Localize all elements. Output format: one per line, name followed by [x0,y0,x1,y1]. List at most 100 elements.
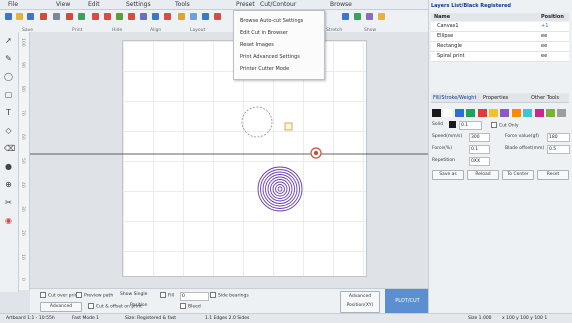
canvas-drawing[interactable] [30,32,428,290]
force-label: Force(%) [432,146,452,151]
eraser-icon[interactable]: ⌫ [4,144,15,153]
save-icon[interactable] [27,13,34,20]
bleed-option[interactable]: Bleed [180,303,201,310]
grid-icon[interactable] [342,13,349,20]
stroke-width-input[interactable]: 0.1 [459,121,482,130]
color-swatch[interactable] [489,109,498,117]
menu-edit[interactable]: Edit [88,1,100,8]
color-swatch[interactable] [432,109,441,117]
group-icon[interactable] [140,13,147,20]
color-swatch[interactable] [511,109,521,117]
menu-settings[interactable]: Settings [126,1,151,8]
weld-icon[interactable] [178,13,185,20]
status-edges: 1.1 Edges 2.0 Sides [205,316,250,321]
dashed-circle-shape[interactable] [241,106,273,138]
speed-input[interactable]: 300 [469,133,490,142]
blade-offset-input[interactable]: 0.5 [547,145,570,154]
undo-icon[interactable] [66,13,73,20]
redo-icon[interactable] [78,13,85,20]
plot-cut-button[interactable]: PLOT/CUT [385,289,430,313]
layers-header-position: Position [541,14,564,20]
menu-view[interactable]: View [56,1,70,8]
color-swatch[interactable] [466,109,476,117]
preview-path-option[interactable]: Preview path [76,292,113,299]
stroke-color-swatch[interactable] [449,121,456,128]
select-arrow-icon[interactable]: ➚ [4,36,13,45]
menu-cut-contour[interactable]: Cut/Contour [260,1,296,8]
fill-icon[interactable]: ● [4,162,13,171]
menu-file[interactable]: File [8,1,18,8]
ruler-label: 70 [20,110,25,116]
dropdown-item[interactable]: Print Advanced Settings [240,54,300,60]
scissors-icon[interactable]: ✂ [4,198,13,207]
layer-row[interactable]: Spiral print ee [431,52,569,62]
side-bearings-option[interactable]: Side bearings [210,292,249,299]
record-icon[interactable]: ◉ [4,216,13,225]
color-swatch[interactable] [443,109,453,117]
snap-icon[interactable] [354,13,361,20]
color-swatch[interactable] [534,109,544,117]
layer-row[interactable]: Rectangle ee [431,42,569,52]
blade-offset-label: Blade offset(mm) [505,146,545,151]
tab-properties[interactable]: Properties [483,95,508,101]
menu-preset[interactable]: Preset [236,1,255,8]
anchor-marker[interactable] [284,122,293,131]
zoom-tool-icon[interactable]: ⊕ [4,180,13,189]
pen-icon[interactable]: ✎ [4,54,13,63]
show-single-option[interactable]: Show Single [120,292,147,297]
repetition-input[interactable]: 0XX [469,157,490,166]
plus-icon[interactable] [214,13,221,20]
cut-icon[interactable] [40,13,47,20]
ruler-icon[interactable] [366,13,373,20]
color-swatch[interactable] [546,109,555,117]
tab-fill-stroke[interactable]: Fill/Stroke/Weight [433,95,476,101]
color-swatch[interactable] [500,109,510,117]
ungroup-icon[interactable] [152,13,159,20]
reload-button[interactable]: Reload [467,170,499,180]
to-center-button[interactable]: To Center [502,170,534,180]
tools-dropdown-menu: Browse Auto-cut Settings Edit Cut in Bro… [233,10,325,80]
print-icon[interactable] [53,13,60,20]
cut-only-option[interactable]: Cut Only [491,122,519,129]
shape-icon[interactable]: ◯ [4,72,13,81]
dropdown-item[interactable]: Edit Cut in Browser [240,30,288,36]
order-icon[interactable] [164,13,171,20]
color-swatch[interactable] [523,109,533,117]
mirror-icon[interactable] [190,13,197,20]
status-size: Size: Registered & fast [125,316,177,321]
node-edit-icon[interactable]: ◇ [4,126,13,135]
ruler-label: 10 [20,254,25,260]
new-file-icon[interactable] [5,13,12,20]
rectangle-icon[interactable]: ▢ [4,90,13,99]
cut-over-print-option[interactable]: Cut over print [40,292,79,299]
open-folder-icon[interactable] [16,13,23,20]
layer-row[interactable]: Ellipse ee [431,32,569,42]
force-input[interactable]: 0.1 [469,145,490,154]
advanced-position-button[interactable]: Advanced Position(XY) [340,291,380,313]
layer-row[interactable]: Canvas1 +1 [431,22,569,32]
dropdown-item[interactable]: Reset Images [240,42,274,48]
color-swatch[interactable] [477,109,487,117]
dropdown-item[interactable]: Browse Auto-cut Settings [240,18,303,24]
spiral-shape[interactable] [257,166,303,212]
align-center-icon[interactable] [104,13,111,20]
force-value-input[interactable]: 180 [547,133,570,142]
zoom-icon[interactable] [378,13,385,20]
align-left-icon[interactable] [92,13,99,20]
tab-other-tools[interactable]: Other Tools [531,95,559,101]
align-right-icon[interactable] [116,13,123,20]
fill-option[interactable]: Fill [160,292,174,299]
advanced-button[interactable]: Advanced [40,302,82,312]
distribute-icon[interactable] [128,13,135,20]
rotate-icon[interactable] [202,13,209,20]
position-input[interactable]: 0 [180,292,209,301]
dropdown-item[interactable]: Printer Cutter Mode [240,66,289,72]
color-swatch[interactable] [557,109,567,117]
menu-tools[interactable]: Tools [175,1,190,8]
save-as-button[interactable]: Save as [432,170,464,180]
ruler-label: 60 [20,134,25,140]
text-icon[interactable]: T [4,108,13,117]
reset-button[interactable]: Reset [537,170,569,180]
menu-browse[interactable]: Browse [330,1,352,8]
color-swatch[interactable] [454,109,464,117]
